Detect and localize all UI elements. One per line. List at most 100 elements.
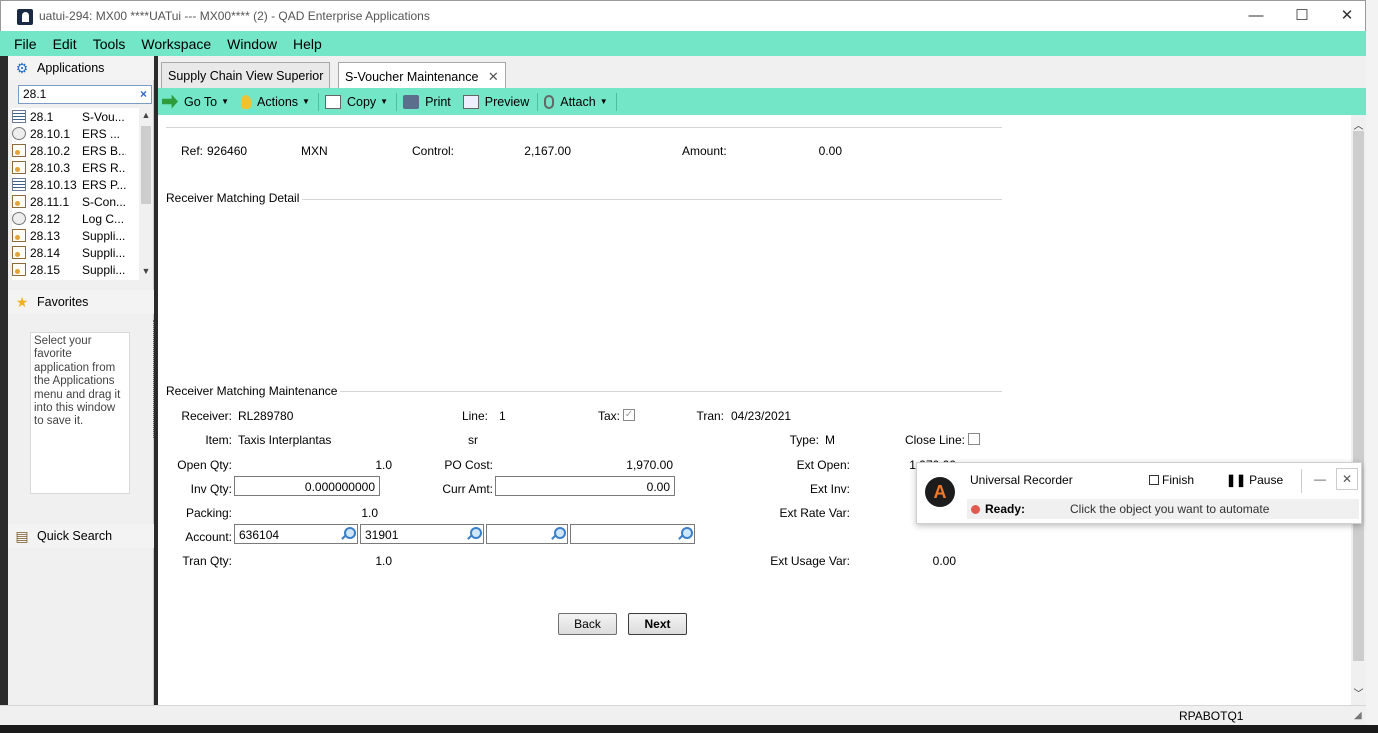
close-window-button[interactable]: ✕ <box>1336 5 1358 27</box>
report-icon <box>12 229 26 242</box>
toolbar-divider <box>537 92 539 111</box>
print-button[interactable]: Print <box>403 94 451 109</box>
settings-icon <box>12 127 26 140</box>
next-button[interactable]: Next <box>628 613 687 635</box>
control-value: 2,167.00 <box>524 144 571 158</box>
scroll-thumb[interactable] <box>1353 131 1364 661</box>
goto-button[interactable]: Go To ▼ <box>162 94 229 109</box>
search-value: 28.1 <box>23 87 47 101</box>
list-item[interactable]: 28.10.3 ERS R... <box>12 159 150 176</box>
lookup-icon[interactable] <box>676 526 693 542</box>
applications-header[interactable]: ⚙ Applications <box>8 56 154 80</box>
line-value: 1 <box>499 409 506 423</box>
taskbar <box>0 725 1378 733</box>
applications-scrollbar[interactable]: ▲ ▼ <box>139 108 153 280</box>
packing-value: 1.0 <box>361 506 378 520</box>
menu-workspace[interactable]: Workspace <box>141 36 211 52</box>
lookup-icon[interactable] <box>549 526 566 542</box>
window-edge <box>1366 0 1378 725</box>
scroll-down-icon[interactable]: ﹀ <box>1351 685 1366 700</box>
lookup-icon[interactable] <box>339 526 356 542</box>
curr-amt-input[interactable]: 0.00 <box>495 476 675 496</box>
pause-button[interactable]: ❚❚ Pause <box>1226 473 1283 487</box>
report-icon <box>12 144 26 157</box>
open-qty-label: Open Qty: <box>177 458 232 472</box>
back-button[interactable]: Back <box>558 613 617 635</box>
report-icon <box>12 263 26 276</box>
item-code: 28.10.2 <box>30 143 71 158</box>
receiver-matching-maintenance-title: Receiver Matching Maintenance <box>166 384 341 398</box>
scroll-up-icon[interactable]: ︿ <box>1351 117 1366 132</box>
tab-supply-chain-view[interactable]: Supply Chain View Superior <box>161 62 331 88</box>
maximize-button[interactable]: ☐ <box>1291 5 1313 27</box>
resize-grip-icon[interactable]: ◢ <box>1354 710 1362 721</box>
scroll-thumb[interactable] <box>141 126 151 204</box>
applications-list: 28.1 S-Vou... 28.10.1 ERS ... 28.10.2 ERS B… <box>12 108 150 280</box>
list-item[interactable]: 28.13 Suppli... <box>12 227 150 244</box>
report-icon <box>12 161 26 174</box>
list-item[interactable]: 28.1 S-Vou... <box>12 108 150 125</box>
account-input[interactable]: 636104 <box>234 524 358 544</box>
minimize-button[interactable]: — <box>1245 5 1267 27</box>
menu-edit[interactable]: Edit <box>53 36 77 52</box>
recorder-title: Universal Recorder <box>970 473 1073 487</box>
receiver-value: RL289780 <box>238 409 294 423</box>
actions-button[interactable]: Actions ▼ <box>241 94 310 109</box>
tax-label: Tax: <box>597 409 620 423</box>
scroll-down-icon[interactable]: ▼ <box>139 266 153 276</box>
list-item[interactable]: 28.14 Suppli... <box>12 244 150 261</box>
list-item[interactable]: 28.15 Suppli... <box>12 261 150 278</box>
project-input[interactable] <box>570 524 695 544</box>
report-icon <box>12 195 26 208</box>
tax-checkbox[interactable]: ✓ <box>623 409 635 421</box>
favorites-header[interactable]: ★ Favorites <box>8 290 154 314</box>
panel-splitter[interactable] <box>153 320 157 438</box>
recorder-minimize-button[interactable]: — <box>1314 472 1326 486</box>
scroll-up-icon[interactable]: ▲ <box>139 110 153 120</box>
recorder-close-button[interactable]: ✕ <box>1336 468 1358 490</box>
preview-button[interactable]: Preview <box>462 94 529 109</box>
item-label: S-Con... <box>82 194 126 209</box>
toolbar-divider <box>396 92 398 111</box>
inv-qty-label: Inv Qty: <box>190 482 232 496</box>
finish-button[interactable]: Finish <box>1149 473 1194 487</box>
sub-account-input[interactable]: 31901 <box>360 524 484 544</box>
applications-search-input[interactable]: 28.1 × <box>18 85 152 104</box>
menu-tools[interactable]: Tools <box>93 36 126 52</box>
inv-qty-input[interactable]: 0.000000000 <box>234 476 380 496</box>
recorder-status: Ready: <box>985 502 1026 516</box>
quick-search-header[interactable]: ▤ Quick Search <box>8 524 154 548</box>
cost-center-input[interactable] <box>486 524 568 544</box>
menu-window[interactable]: Window <box>227 36 277 52</box>
tab-label: S-Voucher Maintenance <box>345 70 479 84</box>
status-user: RPABOTQ1 <box>1179 709 1244 723</box>
item-code: 28.14 <box>30 245 61 260</box>
attach-button[interactable]: Attach ▼ <box>544 94 608 109</box>
list-item[interactable]: 28.12 Log C... <box>12 210 150 227</box>
list-item[interactable]: 28.10.13 ERS P... <box>12 176 150 193</box>
sidebar: ⚙ Applications 28.1 × 28.1 S-Vou... 28.10… <box>8 56 154 705</box>
printer-icon <box>403 94 420 109</box>
actions-label: Actions <box>257 94 299 109</box>
ext-usage-var-value: 0.00 <box>932 554 956 568</box>
tab-s-voucher-maintenance[interactable]: S-Voucher Maintenance ✕ <box>338 62 506 88</box>
close-tab-icon[interactable]: ✕ <box>488 69 499 84</box>
goto-label: Go To <box>184 94 218 109</box>
browse-icon <box>12 178 26 191</box>
star-icon: ★ <box>15 294 29 310</box>
browse-icon <box>12 110 26 123</box>
copy-button[interactable]: Copy ▼ <box>324 94 388 109</box>
list-item[interactable]: 28.10.1 ERS ... <box>12 125 150 142</box>
favorites-drop-area[interactable]: Select your favorite application from th… <box>30 332 130 494</box>
menu-file[interactable]: File <box>14 36 37 52</box>
form-scrollbar[interactable]: ︿ ﹀ <box>1351 115 1366 705</box>
close-line-checkbox[interactable] <box>968 433 980 445</box>
clear-search-icon[interactable]: × <box>140 86 147 103</box>
lookup-icon[interactable] <box>465 526 482 542</box>
currency-value: MXN <box>301 144 328 158</box>
open-qty-value: 1.0 <box>375 458 392 472</box>
menu-help[interactable]: Help <box>293 36 322 52</box>
item-label: Log C... <box>82 211 125 226</box>
list-item[interactable]: 28.11.1 S-Con... <box>12 193 150 210</box>
list-item[interactable]: 28.10.2 ERS B... <box>12 142 150 159</box>
